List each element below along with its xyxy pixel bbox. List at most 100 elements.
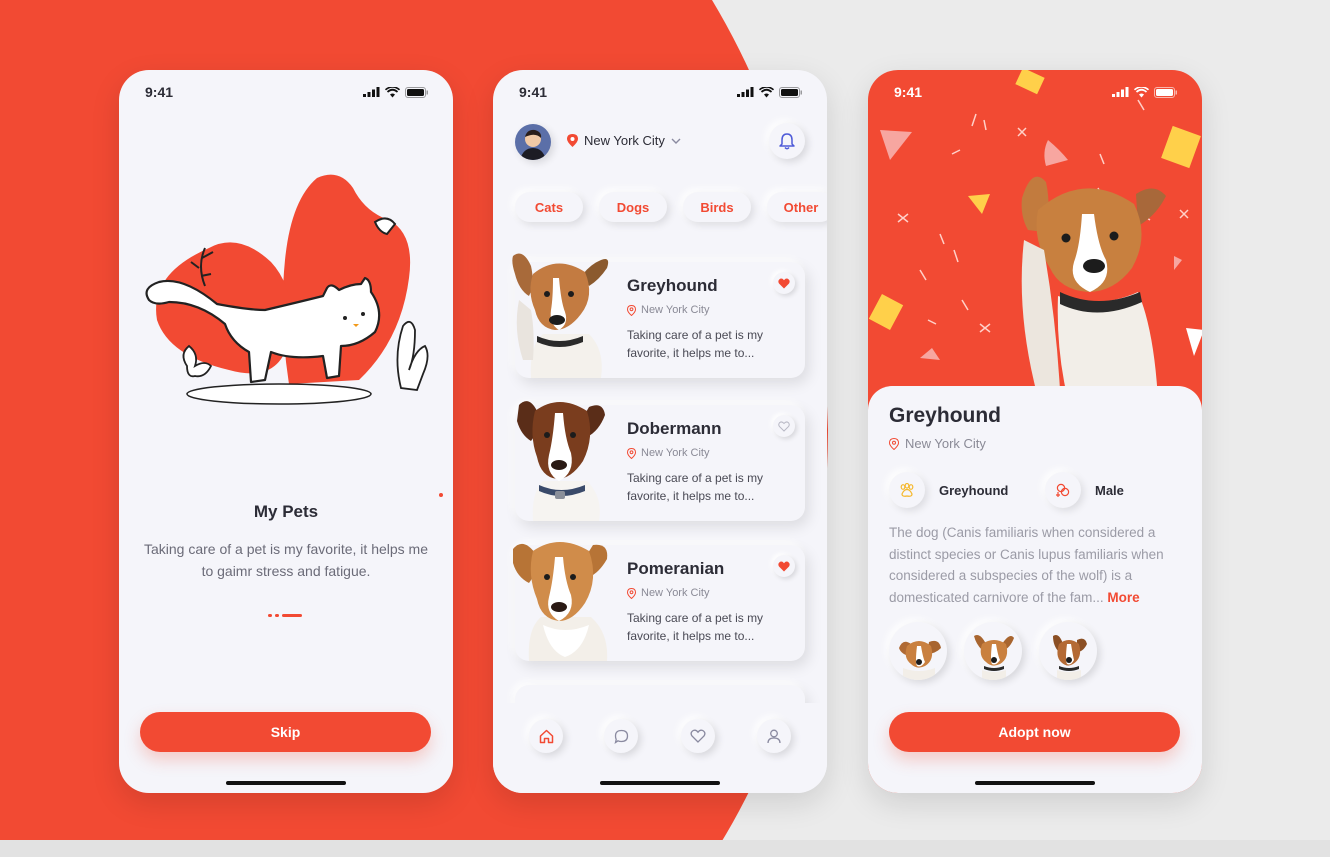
- heart-outline-icon: [778, 420, 790, 432]
- desc-line: favorite, it helps me to...: [627, 489, 755, 503]
- location-label: New York City: [584, 133, 665, 148]
- nav-home[interactable]: [529, 719, 563, 753]
- page-indicator: [268, 614, 302, 617]
- chip-birds[interactable]: Birds: [683, 192, 751, 222]
- more-link[interactable]: More: [1107, 590, 1139, 605]
- status-bar: 9:41: [119, 70, 453, 114]
- onboarding-text: Taking care of a pet is my favorite, it …: [143, 541, 428, 579]
- user-photo: [515, 124, 551, 160]
- decor-dot: [439, 493, 443, 497]
- location-selector[interactable]: New York City: [567, 133, 681, 148]
- location-pin-icon: [627, 304, 636, 316]
- nav-favorites[interactable]: [681, 719, 715, 753]
- heart-filled-icon: [778, 278, 790, 288]
- location-pin-icon: [567, 134, 578, 147]
- heart-icon: [690, 729, 706, 743]
- status-time: 9:41: [894, 84, 923, 100]
- location-pin-icon: [627, 447, 636, 459]
- pet-location-label: New York City: [641, 304, 710, 316]
- pet-description: Taking care of a pet is my favorite, it …: [627, 326, 787, 362]
- home-indicator: [226, 781, 346, 785]
- adopt-now-button[interactable]: Adopt now: [889, 712, 1180, 752]
- pet-photo-pomeranian: [513, 542, 608, 661]
- home-indicator: [975, 781, 1095, 785]
- status-icons: [737, 86, 803, 98]
- breed-badge: [889, 472, 925, 508]
- pet-name: Pomeranian: [627, 559, 725, 578]
- favorite-button[interactable]: [773, 415, 795, 437]
- status-bar: 9:41: [868, 70, 1202, 114]
- chat-icon: [613, 729, 628, 744]
- page-dot: [268, 614, 272, 617]
- pet-detail-screen: 9:41 Greyhound New York City Greyhound M…: [868, 70, 1202, 793]
- status-icons: [363, 86, 429, 98]
- nav-chat[interactable]: [604, 719, 638, 753]
- pet-card[interactable]: Pomeranian New York City Taking care of …: [513, 542, 805, 661]
- wifi-icon: [385, 86, 400, 97]
- pet-card[interactable]: Dobermann New York City Taking care of a…: [515, 401, 805, 521]
- thumbnail[interactable]: [1039, 622, 1097, 680]
- pet-location-label: New York City: [641, 587, 710, 599]
- status-time: 9:41: [145, 84, 174, 100]
- bottom-navigation: [493, 703, 827, 793]
- wifi-icon: [1134, 86, 1149, 97]
- pet-location: New York City: [889, 436, 986, 451]
- desc-line: Taking care of a pet is my: [627, 471, 764, 485]
- battery-icon: [1154, 86, 1177, 98]
- pet-description: The dog (Canis familiaris when considere…: [889, 522, 1185, 608]
- dog-thumbnail-image: [899, 640, 941, 680]
- desc-line: Taking care of a pet is my: [627, 611, 764, 625]
- chip-cats[interactable]: Cats: [515, 192, 583, 222]
- home-indicator: [600, 781, 720, 785]
- pet-card[interactable]: Greyhound New York City Taking care of a…: [512, 253, 805, 378]
- photo-thumbnails: [889, 622, 1097, 680]
- signal-icon: [737, 87, 754, 97]
- battery-icon: [405, 86, 428, 98]
- favorite-button[interactable]: [773, 555, 795, 577]
- desc-line: favorite, it helps me to...: [627, 629, 755, 643]
- heart-filled-icon: [778, 561, 790, 571]
- onboarding-screen: 9:41 My Pets Taking care of a pet is my …: [119, 70, 453, 793]
- breed-label: Greyhound: [939, 482, 1009, 498]
- status-time: 9:41: [519, 84, 548, 100]
- bell-icon: [779, 132, 795, 149]
- home-screen: 9:41 New York City Cats Dogs Birds Other: [493, 70, 827, 793]
- skip-button[interactable]: Skip: [140, 712, 431, 752]
- category-chips: Cats Dogs Birds Other: [515, 192, 827, 222]
- user-icon: [767, 729, 781, 743]
- dog-thumbnail-image: [974, 635, 1014, 680]
- location-pin-icon: [889, 437, 899, 450]
- breed-attribute: Greyhound: [889, 472, 1008, 508]
- gender-attribute: Male: [1045, 472, 1124, 508]
- pet-photo-greyhound: [512, 253, 609, 378]
- signal-icon: [1112, 87, 1129, 97]
- chip-other[interactable]: Other: [767, 192, 827, 222]
- desc-line: favorite, it helps me to...: [627, 346, 755, 360]
- avatar[interactable]: [515, 124, 551, 160]
- pet-location-label: New York City: [905, 436, 986, 451]
- status-bar: 9:41: [493, 70, 827, 114]
- confetti-background: [868, 70, 1202, 400]
- status-icons: [1112, 86, 1178, 98]
- pet-name: Greyhound: [627, 276, 718, 295]
- chip-dogs[interactable]: Dogs: [599, 192, 667, 222]
- dog-thumbnail-image: [1053, 635, 1087, 680]
- location-pin-icon: [627, 587, 636, 599]
- pet-description: Taking care of a pet is my favorite, it …: [627, 609, 787, 645]
- chevron-down-icon: [671, 138, 681, 144]
- pet-name: Dobermann: [627, 419, 722, 438]
- pet-description: Taking care of a pet is my favorite, it …: [627, 469, 787, 505]
- page-dot-active: [282, 614, 302, 617]
- gender-label: Male: [1095, 482, 1124, 498]
- thumbnail[interactable]: [964, 622, 1022, 680]
- detail-panel: Greyhound New York City Greyhound Male T…: [868, 386, 1202, 793]
- page-dot: [275, 614, 279, 617]
- cat-illustration: [145, 174, 429, 405]
- wifi-icon: [759, 86, 774, 97]
- desc-line: Taking care of a pet is my: [627, 328, 764, 342]
- pet-photo-dobermann: [517, 401, 605, 521]
- notification-button[interactable]: [769, 123, 805, 159]
- nav-profile[interactable]: [757, 719, 791, 753]
- favorite-button[interactable]: [773, 272, 795, 294]
- thumbnail[interactable]: [889, 622, 947, 680]
